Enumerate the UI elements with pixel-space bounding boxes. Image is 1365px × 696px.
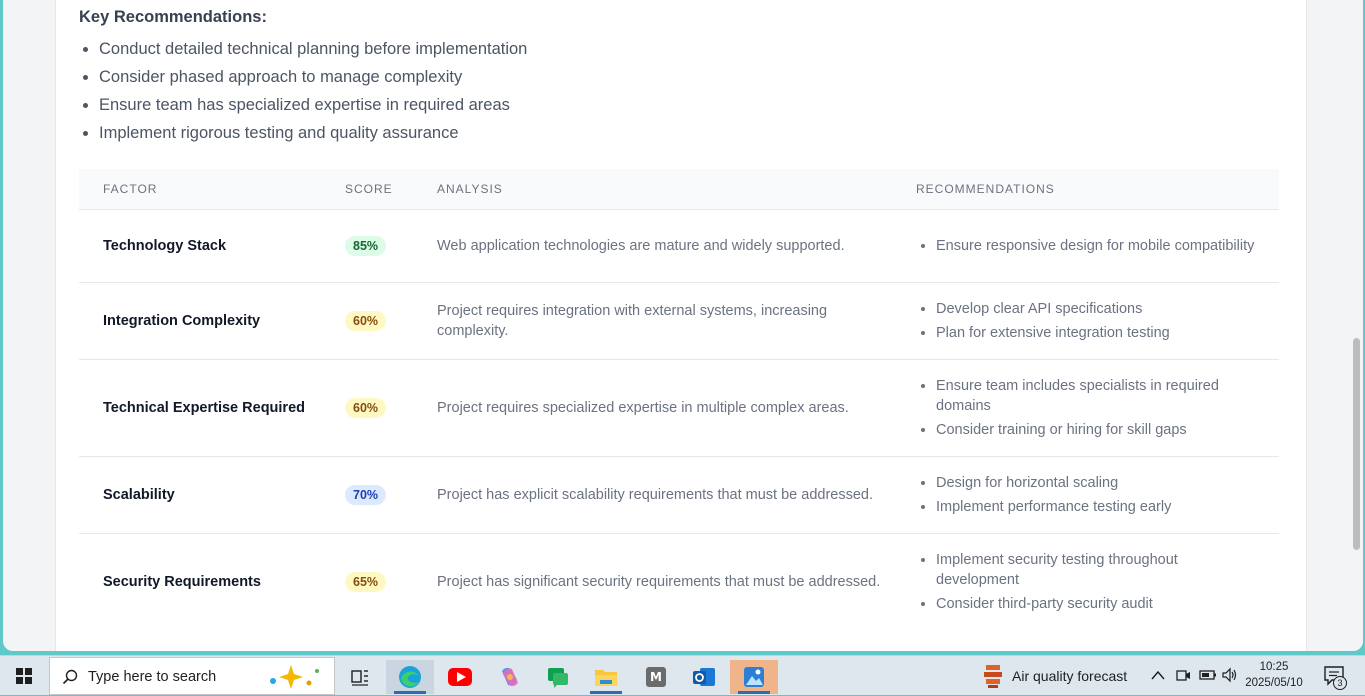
header-analysis: ANALYSIS <box>437 182 503 196</box>
youtube-icon[interactable] <box>436 660 484 694</box>
outlook-icon[interactable] <box>680 660 728 694</box>
list-item: Implement rigorous testing and quality a… <box>99 122 527 150</box>
key-recommendations-list: Conduct detailed technical planning befo… <box>99 38 527 150</box>
recommendation-item: Implement security testing throughout de… <box>936 550 1256 590</box>
battery-icon[interactable] <box>1199 668 1217 682</box>
header-factor: FACTOR <box>103 182 158 196</box>
analysis-text: Project has explicit scalability require… <box>437 487 874 503</box>
search-icon <box>62 669 78 685</box>
list-item: Ensure team has specialized expertise in… <box>99 94 527 122</box>
recommendation-item: Design for horizontal scaling <box>936 473 1256 493</box>
scrollbar-thumb[interactable] <box>1353 338 1360 550</box>
meet-now-icon[interactable] <box>1175 667 1191 683</box>
chat-icon[interactable] <box>534 660 582 694</box>
recommendations-list: Develop clear API specifications Plan fo… <box>936 299 1256 343</box>
weather-widget-text[interactable]: Air quality forecast <box>1012 668 1127 684</box>
recommendation-item: Consider third-party security audit <box>936 594 1256 614</box>
score-badge: 60% <box>345 311 387 331</box>
list-item: Conduct detailed technical planning befo… <box>99 38 527 66</box>
recommendation-item: Develop clear API specifications <box>936 299 1256 319</box>
edge-icon[interactable] <box>386 660 434 694</box>
score-badge: 60% <box>345 398 387 418</box>
table-row: Technology Stack 85% Web application tec… <box>79 210 1279 283</box>
factor-name: Technology Stack <box>103 238 227 254</box>
recommendations-list: Implement security testing throughout de… <box>936 550 1256 614</box>
analysis-text: Web application technologies are mature … <box>437 238 845 254</box>
taskbar-search-box[interactable]: Type here to search <box>49 657 335 695</box>
notification-count-badge: 3 <box>1333 676 1347 690</box>
clock-time: 10:25 <box>1259 661 1289 673</box>
file-explorer-icon[interactable] <box>582 660 630 694</box>
chevron-up-icon[interactable] <box>1151 669 1165 681</box>
recommendation-item: Implement performance testing early <box>936 497 1256 517</box>
table-header: FACTOR SCORE ANALYSIS RECOMMENDATIONS <box>79 169 1279 210</box>
analysis-text: Project requires integration with extern… <box>437 303 828 339</box>
recommendations-list: Ensure responsive design for mobile comp… <box>936 236 1256 256</box>
score-badge: 70% <box>345 485 387 505</box>
clock-date: 2025/05/10 <box>1245 677 1303 689</box>
recommendation-item: Ensure responsive design for mobile comp… <box>936 236 1256 256</box>
table-row: Technical Expertise Required 60% Project… <box>79 360 1279 457</box>
start-button[interactable] <box>0 656 48 696</box>
bing-copilot-sparkle-icon[interactable] <box>265 663 329 691</box>
list-item: Consider phased approach to manage compl… <box>99 66 527 94</box>
analysis-text: Project requires specialized expertise i… <box>437 400 849 416</box>
factor-name: Scalability <box>103 487 175 503</box>
recommendation-item: Ensure team includes specialists in requ… <box>936 376 1256 416</box>
photos-icon[interactable] <box>730 660 778 694</box>
recommendations-list: Design for horizontal scaling Implement … <box>936 473 1256 517</box>
volume-icon[interactable] <box>1221 667 1239 683</box>
browser-viewport: Key Recommendations: Conduct detailed te… <box>0 0 1365 652</box>
copilot-icon[interactable] <box>486 660 534 694</box>
system-clock[interactable]: 10:25 2025/05/10 <box>1240 659 1308 691</box>
header-recommendations: RECOMMENDATIONS <box>916 182 1055 196</box>
score-badge: 85% <box>345 236 387 256</box>
vertical-scrollbar[interactable] <box>1351 0 1363 651</box>
search-placeholder: Type here to search <box>88 669 217 685</box>
key-recommendations-title: Key Recommendations: <box>79 8 267 26</box>
table-row: Scalability 70% Project has explicit sca… <box>79 457 1279 534</box>
recommendation-item: Plan for extensive integration testing <box>936 323 1256 343</box>
header-score: SCORE <box>345 182 393 196</box>
score-badge: 65% <box>345 572 387 592</box>
task-view-icon[interactable] <box>336 660 384 694</box>
windows-icon <box>16 668 32 684</box>
factor-name: Integration Complexity <box>103 313 261 329</box>
recommendation-item: Consider training or hiring for skill ga… <box>936 420 1256 440</box>
windows-taskbar: Type here to search M Air quality foreca… <box>0 655 1365 695</box>
table-row: Integration Complexity 60% Project requi… <box>79 283 1279 360</box>
factor-name: Technical Expertise Required <box>103 400 305 416</box>
recommendations-list: Ensure team includes specialists in requ… <box>936 376 1256 440</box>
analysis-text: Project has significant security require… <box>437 574 881 590</box>
app-m-icon[interactable]: M <box>632 660 680 694</box>
air-quality-icon[interactable] <box>980 662 1006 690</box>
table-row: Security Requirements 65% Project has si… <box>79 534 1279 651</box>
factor-name: Security Requirements <box>103 574 261 590</box>
